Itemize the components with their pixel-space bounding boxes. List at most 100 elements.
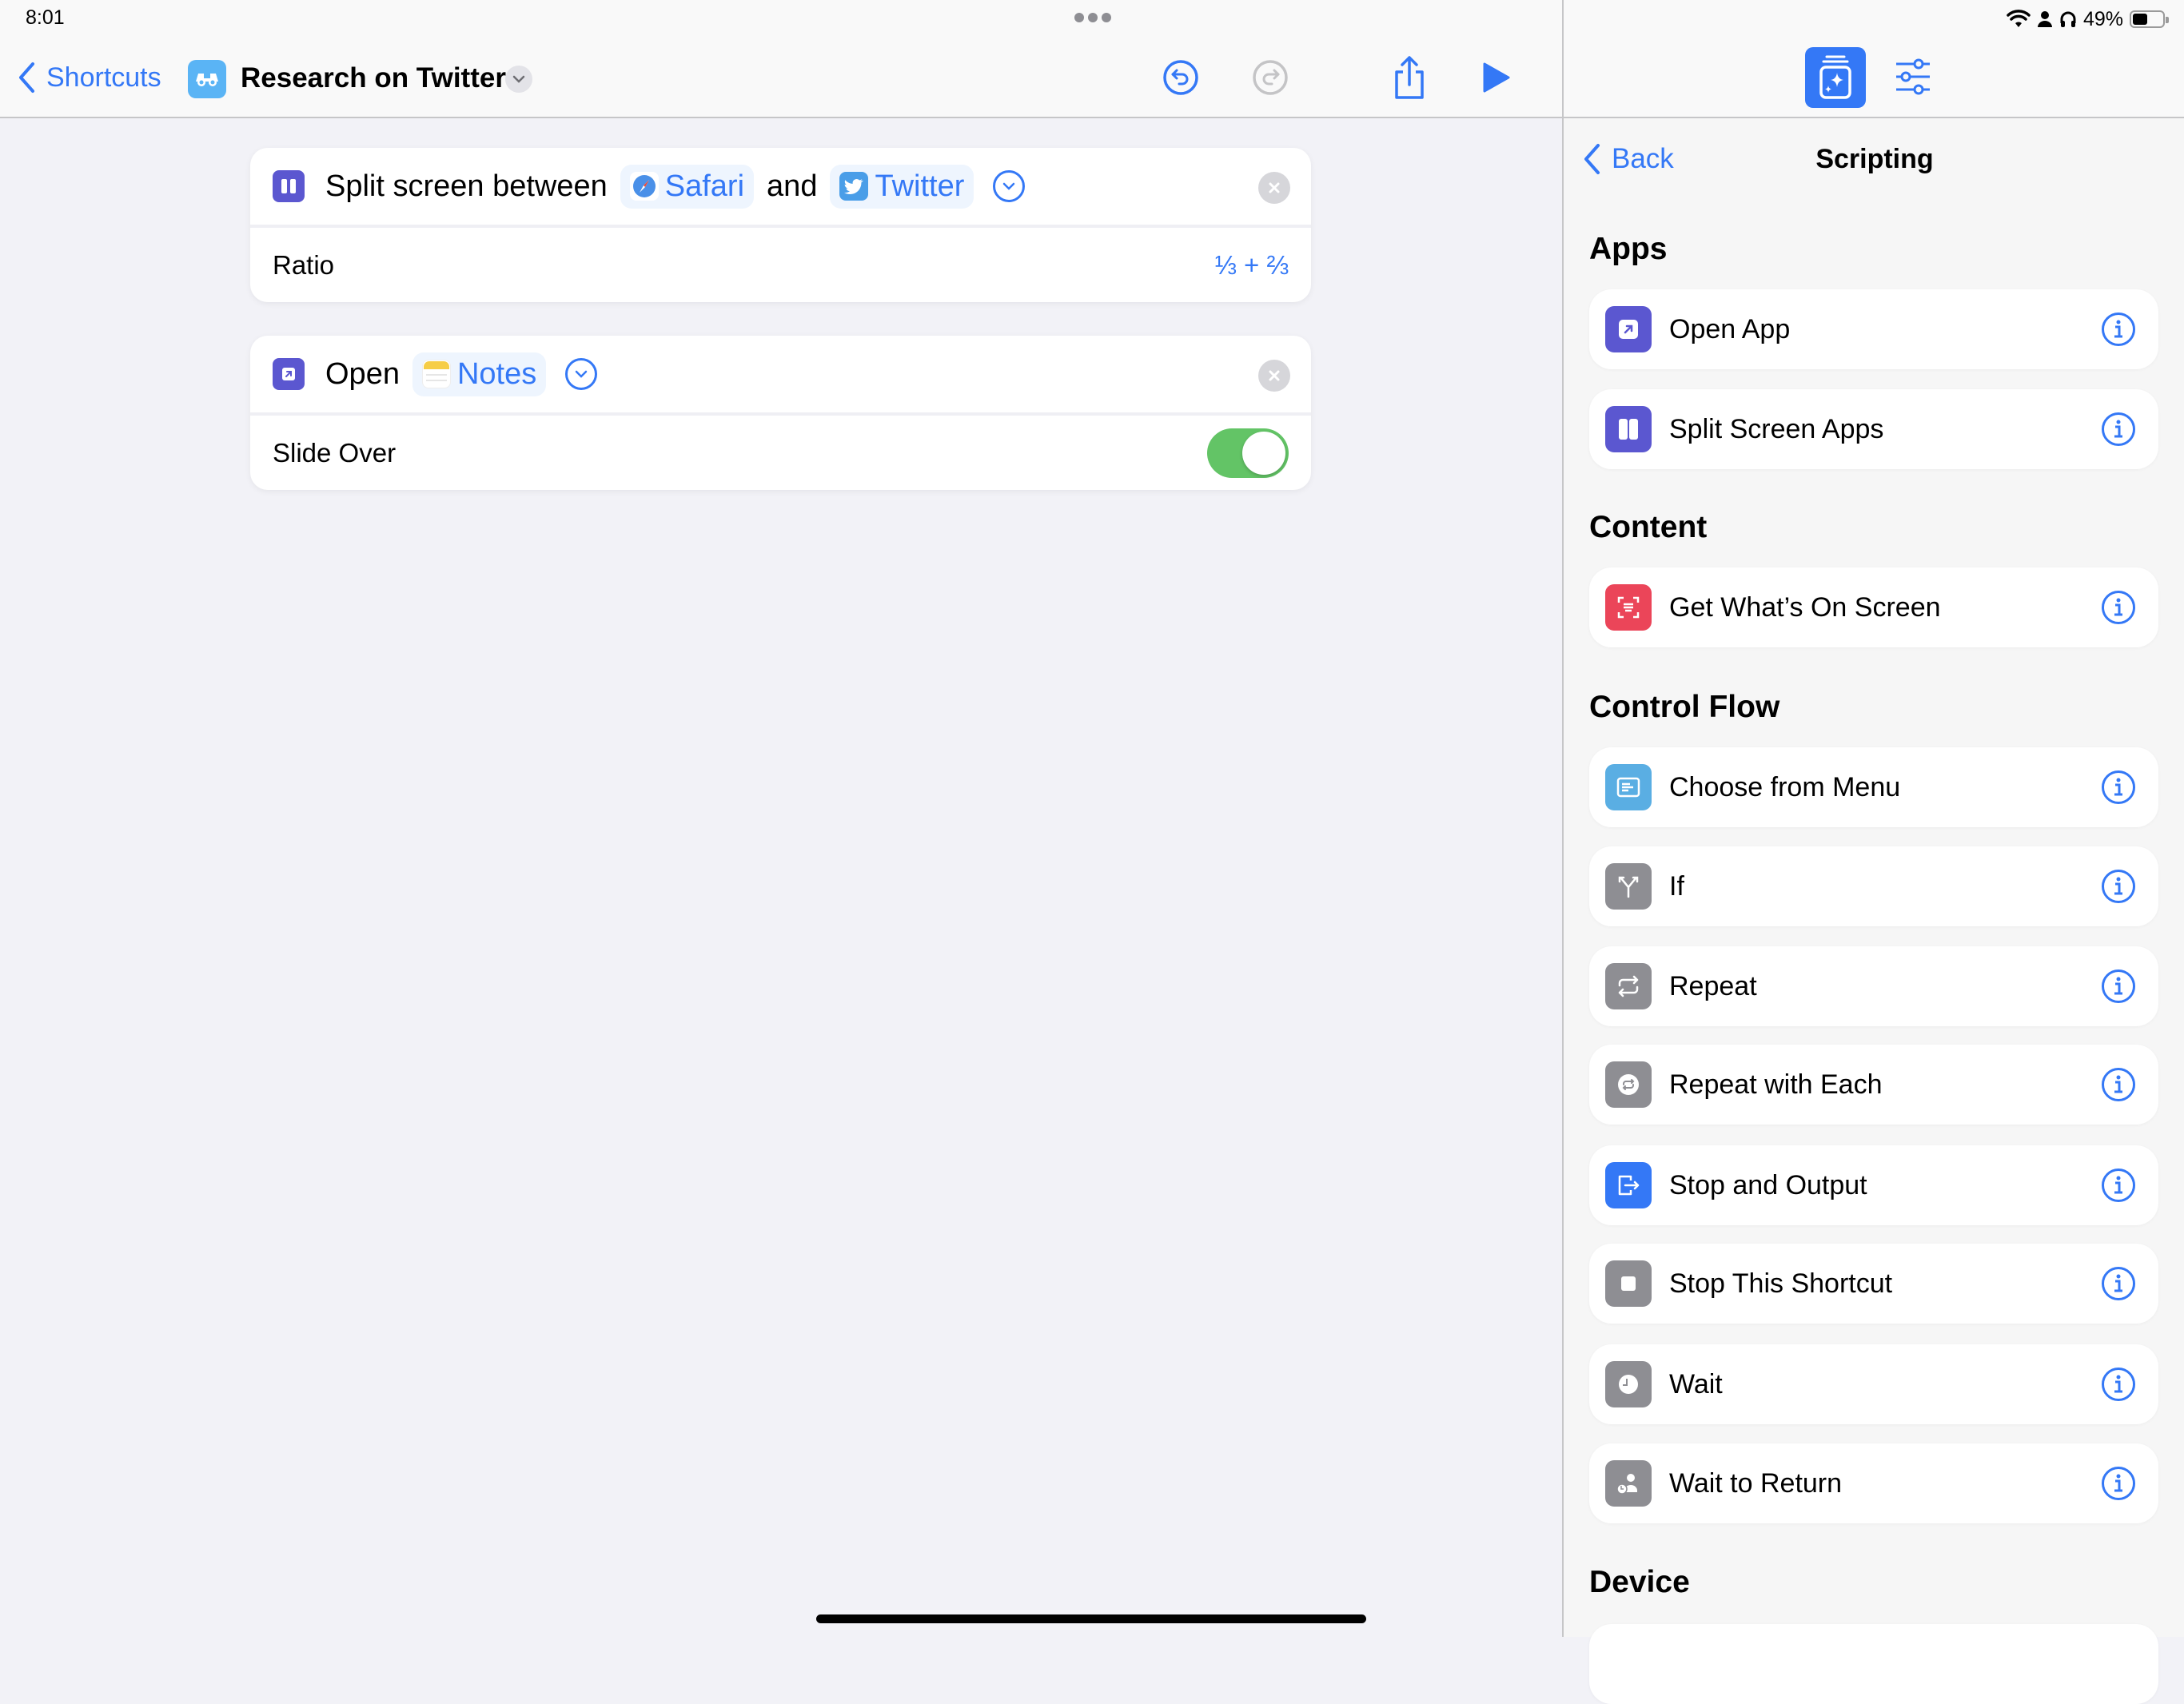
- action-item-wait[interactable]: Wait: [1589, 1344, 2158, 1424]
- expand-chevron-icon[interactable]: [993, 170, 1026, 202]
- app-name: Notes: [456, 356, 537, 391]
- action-item-label: If: [1669, 870, 1684, 902]
- battery-icon: [2130, 10, 2169, 28]
- info-icon[interactable]: [2101, 1367, 2136, 1402]
- info-icon[interactable]: [2101, 969, 2136, 1004]
- title-menu-chevron-icon[interactable]: [505, 66, 532, 93]
- slide-over-toggle[interactable]: [1207, 428, 1289, 478]
- redo-icon: [1253, 60, 1288, 95]
- split-divider: [1562, 0, 1564, 1637]
- close-icon: [1269, 182, 1280, 193]
- action-split-screen[interactable]: Split screen between Safari and Twitter …: [250, 148, 1311, 302]
- parameter-label: Ratio: [273, 249, 335, 280]
- action-item-get-whats-on-screen[interactable]: Get What’s On Screen: [1589, 567, 2158, 647]
- chevron-left-icon: [1584, 144, 1600, 174]
- status-time: 8:01: [26, 6, 65, 29]
- repeat-icon: [1605, 963, 1652, 1009]
- action-item-repeat[interactable]: Repeat: [1589, 946, 2158, 1026]
- open-app-icon: [1605, 306, 1652, 352]
- editor-header: [0, 0, 1562, 118]
- action-item-label: Open App: [1669, 313, 1791, 344]
- info-icon[interactable]: [2101, 590, 2136, 625]
- action-item-label: Wait: [1669, 1368, 1723, 1399]
- parameter-row-slide-over: Slide Over: [250, 416, 1311, 490]
- action-item-open-app[interactable]: Open App: [1589, 289, 2158, 369]
- split-screen-icon: [273, 170, 305, 202]
- action-verb: Split screen between: [325, 169, 608, 203]
- split-screen-icon: [1605, 406, 1652, 452]
- remove-action-button[interactable]: [1258, 360, 1290, 392]
- open-app-icon: [273, 358, 305, 390]
- action-header: Split screen between Safari and Twitter: [250, 148, 1311, 228]
- app-name: Safari: [664, 169, 745, 203]
- action-item-label: Repeat with Each: [1669, 1069, 1883, 1100]
- person-clock-icon: [1605, 1460, 1652, 1507]
- action-item-label: Wait to Return: [1669, 1467, 1843, 1499]
- app-token-safari[interactable]: Safari: [620, 164, 755, 209]
- back-label: Back: [1612, 143, 1674, 174]
- back-to-shortcuts-button[interactable]: Shortcuts: [18, 58, 161, 98]
- repeat-circle-icon: [1605, 1061, 1652, 1108]
- action-item-repeat-with-each[interactable]: Repeat with Each: [1589, 1045, 2158, 1125]
- safari-icon: [629, 172, 659, 201]
- action-item-label: Choose from Menu: [1669, 771, 1901, 802]
- action-item-stop-and-output[interactable]: Stop and Output: [1589, 1145, 2158, 1225]
- action-item-split-screen-apps[interactable]: Split Screen Apps: [1589, 389, 2158, 469]
- play-icon: [1483, 62, 1510, 93]
- notes-icon: [421, 360, 451, 388]
- expand-chevron-icon[interactable]: [565, 358, 598, 390]
- info-icon[interactable]: [2101, 1168, 2136, 1203]
- battery-percent: 49%: [2082, 7, 2123, 30]
- action-item-label: Stop This Shortcut: [1669, 1268, 1893, 1299]
- app-token-notes[interactable]: Notes: [412, 352, 547, 396]
- info-icon[interactable]: [2101, 412, 2136, 447]
- run-button[interactable]: [1481, 61, 1512, 94]
- binoculars-icon[interactable]: [188, 60, 226, 98]
- action-verb: Open: [325, 356, 400, 391]
- action-item-stop-this-shortcut[interactable]: Stop This Shortcut: [1589, 1244, 2158, 1324]
- remove-action-button[interactable]: [1258, 172, 1290, 204]
- wifi-icon: [2007, 10, 2031, 27]
- redo-button[interactable]: [1252, 59, 1289, 96]
- action-item-label: Repeat: [1669, 970, 1757, 1001]
- undo-button[interactable]: [1162, 59, 1199, 96]
- action-header: Open Notes: [250, 336, 1311, 416]
- multitasking-menu-button[interactable]: [1074, 13, 1111, 24]
- close-icon: [1269, 370, 1280, 381]
- info-icon[interactable]: [2101, 770, 2136, 805]
- action-item-wait-to-return[interactable]: Wait to Return: [1589, 1443, 2158, 1523]
- info-icon[interactable]: [2101, 312, 2136, 347]
- sliders-icon: [1896, 58, 1930, 95]
- info-icon[interactable]: [2101, 869, 2136, 904]
- shortcut-title[interactable]: Research on Twitter: [241, 59, 506, 98]
- actions-library-tab[interactable]: [1805, 47, 1866, 108]
- info-icon[interactable]: [2101, 1466, 2136, 1501]
- action-item-device-partial[interactable]: [1589, 1624, 2158, 1704]
- share-icon: [1395, 56, 1424, 99]
- home-indicator[interactable]: [816, 1614, 1366, 1623]
- section-header-apps: Apps: [1589, 232, 1668, 266]
- info-icon[interactable]: [2101, 1067, 2136, 1102]
- back-label: Shortcuts: [46, 62, 161, 93]
- panel-back-button[interactable]: Back: [1583, 139, 1674, 179]
- ratio-value[interactable]: ⅓ + ⅔: [1214, 250, 1289, 281]
- action-item-label: Stop and Output: [1669, 1169, 1867, 1200]
- section-header-content: Content: [1589, 510, 1708, 544]
- parameter-row-ratio: Ratio ⅓ + ⅔: [250, 228, 1311, 302]
- app-token-twitter[interactable]: Twitter: [830, 164, 974, 209]
- action-item-label: Split Screen Apps: [1669, 413, 1884, 444]
- chevron-left-icon: [19, 62, 34, 93]
- action-item-label: Get What’s On Screen: [1669, 591, 1941, 623]
- share-button[interactable]: [1391, 54, 1428, 101]
- stop-icon: [1605, 1260, 1652, 1307]
- branch-icon: [1605, 863, 1652, 910]
- info-icon[interactable]: [2101, 1266, 2136, 1301]
- app-name: Twitter: [875, 169, 965, 203]
- action-open-app[interactable]: Open Notes Slide Over: [250, 336, 1311, 490]
- action-item-choose-from-menu[interactable]: Choose from Menu: [1589, 747, 2158, 827]
- shortcut-settings-tab[interactable]: [1895, 56, 1931, 98]
- action-item-if[interactable]: If: [1589, 846, 2158, 926]
- section-header-control-flow: Control Flow: [1589, 690, 1780, 724]
- screen-scan-icon: [1605, 584, 1652, 631]
- menu-icon: [1605, 764, 1652, 810]
